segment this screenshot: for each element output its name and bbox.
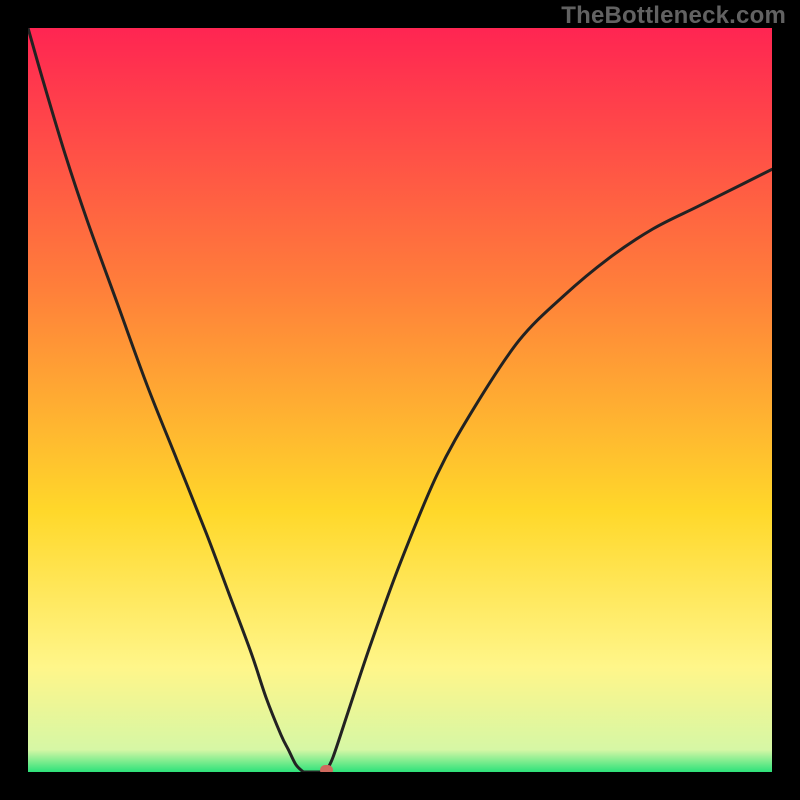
gradient-background (28, 28, 772, 772)
watermark-label: TheBottleneck.com (561, 2, 786, 30)
chart-frame: TheBottleneck.com (0, 0, 800, 800)
bottleneck-marker-icon (320, 765, 333, 772)
plot-area (28, 28, 772, 772)
plot-svg (28, 28, 772, 772)
